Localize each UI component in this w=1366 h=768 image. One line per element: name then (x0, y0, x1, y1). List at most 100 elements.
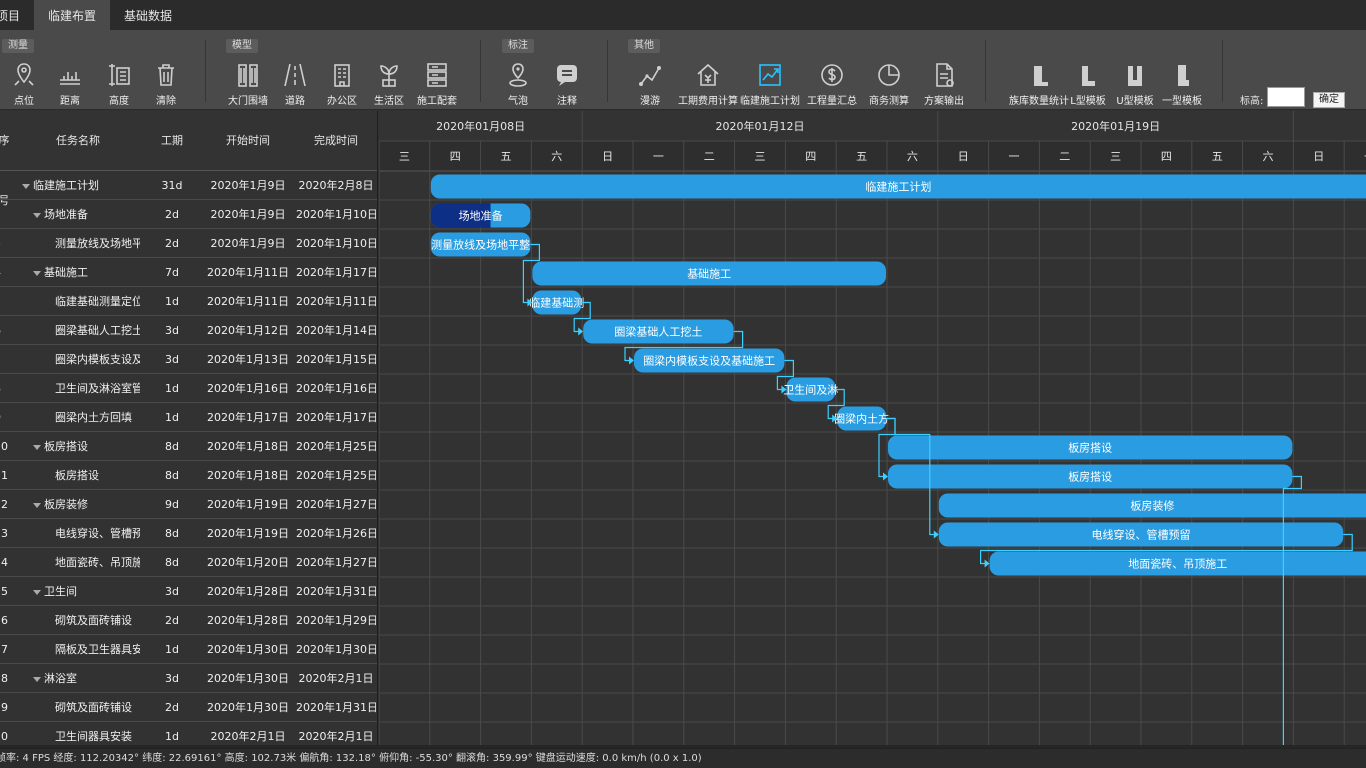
table-row[interactable]: 19 砌筑及面砖铺设 2d 2020年1月30日 2020年1月31日 (0, 693, 377, 722)
task-end: 2020年1月31日 (296, 585, 376, 598)
task-duration: 2d (165, 701, 179, 714)
table-row[interactable]: 20 卫生间器具安装 1d 2020年2月1日 2020年2月1日 (0, 722, 377, 745)
day-label: 六 (551, 150, 562, 163)
task-name: 圈梁内模板支设及基础施工 (55, 345, 140, 374)
task-name-text: 圈梁基础人工挖土 (55, 324, 140, 337)
map-pin-icon (14, 63, 34, 86)
table-row[interactable]: 6 圈梁基础人工挖土 3d 2020年1月12日 2020年1月14日 (0, 316, 377, 345)
header-start[interactable]: 开始时间 (204, 111, 292, 171)
gantt-bar-label: 场地准备 (459, 209, 503, 223)
timescale-week-row (379, 111, 1366, 141)
row-number: 3 (0, 229, 14, 258)
dollar-icon (821, 64, 843, 86)
task-name: 砌筑及面砖铺设 (55, 693, 140, 722)
task-name-text: 地面瓷砖、吊顶施工 (55, 556, 140, 569)
row-number: 1 (0, 171, 14, 200)
app-window: 项目 临建布置 基础数据 标高: 确定 测量 点位 距离 高度 清除 模型 大门围墙 道路 办公… (0, 0, 1366, 768)
tool-i-template-button[interactable]: 一型模板 (1150, 60, 1214, 107)
task-duration: 31d (161, 179, 183, 192)
group-label-3: 其他 (628, 39, 660, 53)
day-label: 一 (653, 150, 664, 163)
task-duration: 8d (165, 527, 179, 540)
table-row[interactable]: 7 圈梁内模板支设及基础施工 3d 2020年1月13日 2020年1月15日 (0, 345, 377, 374)
group-separator (205, 40, 206, 102)
row-number: 7 (0, 345, 14, 374)
table-row[interactable]: 17 隔板及卫生器具安装 1d 2020年1月30日 2020年1月30日 (0, 635, 377, 664)
plant-icon (380, 65, 398, 87)
height-icon (109, 64, 130, 86)
week-label: 2020年01月08日 (436, 119, 525, 133)
task-name: 板房搭设 (55, 461, 140, 490)
collapse-caret-icon[interactable] (33, 270, 41, 276)
task-name: 卫生间 (33, 577, 140, 606)
task-name: 临建基础测量定位 (55, 287, 140, 316)
table-row[interactable]: 13 电线穿设、管槽预留 8d 2020年1月19日 2020年1月26日 (0, 519, 377, 548)
menu-tab-base-data[interactable]: 基础数据 (110, 0, 186, 30)
task-name: 场地准备 (33, 200, 140, 229)
collapse-caret-icon[interactable] (33, 444, 41, 450)
task-end: 2020年2月8日 (298, 179, 374, 192)
height-input[interactable] (1267, 87, 1305, 107)
task-name: 板房装修 (33, 490, 140, 519)
table-row[interactable]: 18 淋浴室 3d 2020年1月30日 2020年2月1日 (0, 664, 377, 693)
table-row[interactable]: 5 临建基础测量定位 1d 2020年1月11日 2020年1月11日 (0, 287, 377, 316)
task-name-text: 砌筑及面砖铺设 (55, 701, 132, 714)
table-row[interactable]: 2 场地准备 2d 2020年1月9日 2020年1月10日 (0, 200, 377, 229)
table-row[interactable]: 14 地面瓷砖、吊顶施工 8d 2020年1月20日 2020年1月27日 (0, 548, 377, 577)
table-row[interactable]: 8 卫生间及淋浴室管线预埋 1d 2020年1月16日 2020年1月16日 (0, 374, 377, 403)
table-row[interactable]: 3 测量放线及场地平整 2d 2020年1月9日 2020年1月10日 (0, 229, 377, 258)
table-row[interactable]: 1 临建施工计划 31d 2020年1月9日 2020年2月8日 (0, 171, 377, 200)
menu-tab-project[interactable]: 项目 (0, 0, 34, 30)
header-name[interactable]: 任务名称 (40, 111, 116, 171)
tool-label: 清除 (156, 96, 176, 107)
bubble-pin-icon (509, 63, 527, 87)
group-separator (607, 40, 608, 102)
header-duration[interactable]: 工期 (150, 111, 194, 171)
table-row[interactable]: 10 板房搭设 8d 2020年1月18日 2020年1月25日 (0, 432, 377, 461)
collapse-caret-icon[interactable] (33, 589, 41, 595)
tool-comment-button[interactable]: 注释 (535, 60, 599, 107)
tool-trash-button[interactable]: 清除 (134, 60, 198, 107)
task-name: 临建施工计划 (22, 171, 140, 200)
header-end[interactable]: 完成时间 (296, 111, 376, 171)
row-number: 20 (0, 730, 8, 743)
gantt-svg: 2020年01月08日 2020年01月12日 2020年01月19日三 四 五 六 日 一 二… (379, 111, 1366, 745)
task-name: 电线穿设、管槽预留 (55, 519, 140, 548)
task-name-text: 卫生间 (44, 585, 77, 598)
status-bar: 帧率: 4 FPS 经度: 112.20342° 纬度: 22.69161° 高… (0, 748, 1366, 768)
task-name-text: 临建基础测量定位 (55, 295, 140, 308)
collapse-caret-icon[interactable] (33, 502, 41, 508)
table-row[interactable]: 11 板房搭设 8d 2020年1月18日 2020年1月25日 (0, 461, 377, 490)
collapse-caret-icon[interactable] (33, 212, 41, 218)
collapse-caret-icon[interactable] (33, 676, 41, 682)
task-start: 2020年1月9日 (210, 208, 286, 221)
task-name-text: 淋浴室 (44, 672, 77, 685)
collapse-caret-icon[interactable] (22, 183, 30, 189)
task-end: 2020年1月16日 (296, 382, 376, 395)
task-duration: 7d (165, 266, 179, 279)
table-row[interactable]: 9 圈梁内土方回填 1d 2020年1月17日 2020年1月17日 (0, 403, 377, 432)
tool-label: 一型模板 (1162, 96, 1202, 107)
task-duration: 2d (165, 208, 179, 221)
task-start: 2020年1月9日 (210, 237, 286, 250)
day-label: 三 (1110, 150, 1121, 163)
gantt-bar-label: 电线穿设、管槽预留 (1092, 528, 1191, 542)
row-number: 12 (0, 498, 8, 511)
task-start: 2020年2月1日 (210, 730, 286, 743)
table-row[interactable]: 15 卫生间 3d 2020年1月28日 2020年1月31日 (0, 577, 377, 606)
height-confirm-button[interactable]: 确定 (1313, 92, 1345, 108)
task-start: 2020年1月28日 (207, 614, 289, 627)
roam-icon (639, 66, 661, 86)
gantt-bar-label: 圈梁内土方 (834, 412, 889, 426)
row-number: 6 (0, 316, 14, 345)
gantt-bar-label: 临建基础测 (529, 296, 584, 310)
table-row[interactable]: 16 砌筑及面砖铺设 2d 2020年1月28日 2020年1月29日 (0, 606, 377, 635)
menu-tab-temp-layout[interactable]: 临建布置 (34, 0, 111, 30)
task-name-text: 圈梁内土方回填 (55, 411, 132, 424)
tool-facility-button[interactable]: 施工配套 (405, 60, 469, 107)
table-row[interactable]: 12 板房装修 9d 2020年1月19日 2020年1月27日 (0, 490, 377, 519)
tool-document-export-button[interactable]: 方案输出 (912, 60, 976, 107)
task-start: 2020年1月19日 (207, 498, 289, 511)
table-row[interactable]: 4 基础施工 7d 2020年1月11日 2020年1月17日 (0, 258, 377, 287)
header-no[interactable]: 序号 (0, 111, 14, 207)
